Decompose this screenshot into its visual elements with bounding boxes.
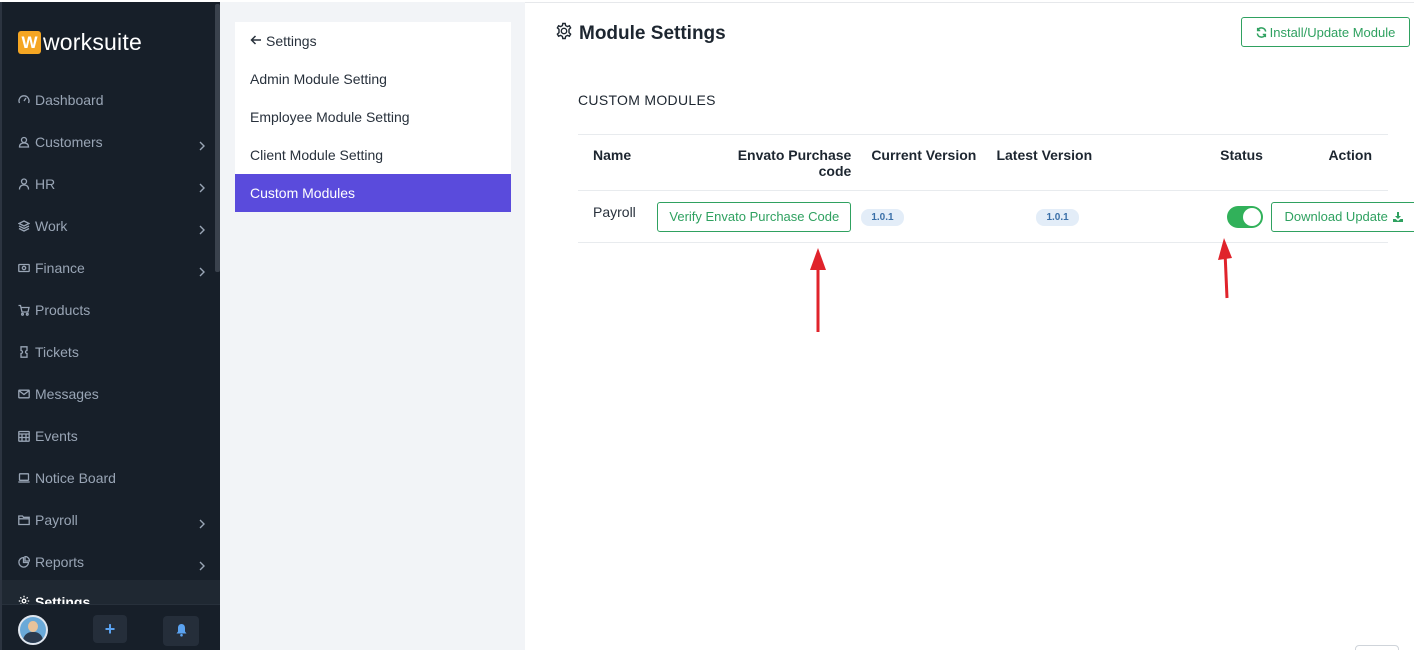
column-header-current-version[interactable]: Current Version: [851, 134, 985, 191]
layers-icon: [17, 219, 32, 233]
main-content: Module Settings Install/Update Module CU…: [525, 2, 1414, 650]
current-version-cell: 1.0.1: [851, 190, 985, 243]
person-icon: [18, 177, 32, 191]
brand-logo[interactable]: W worksuite: [18, 29, 142, 56]
column-header-name[interactable]: Name: [578, 134, 717, 191]
page-title: Module Settings: [555, 22, 726, 46]
custom-modules-table: Name Envato Purchase code Current Versio…: [578, 134, 1414, 243]
sidebar-item-label: Customers: [35, 134, 103, 150]
sidebar-item-customers[interactable]: Customers: [2, 121, 220, 163]
section-title: CUSTOM MODULES: [578, 92, 716, 108]
sidebar-item-payroll[interactable]: Payroll: [2, 499, 220, 541]
chevron-right-icon: [198, 264, 206, 277]
scroll-to-top-button[interactable]: [1355, 645, 1399, 650]
verify-purchase-code-button[interactable]: Verify Envato Purchase Code: [657, 201, 852, 232]
settings-back-label: Settings: [266, 33, 317, 49]
ticket-icon: [18, 345, 32, 359]
settings-back-link[interactable]: Settings: [235, 22, 511, 60]
refresh-icon: [1256, 26, 1266, 38]
current-version-badge: 1.0.1: [861, 209, 904, 226]
sidebar-item-label: Finance: [35, 260, 85, 276]
install-update-module-label: Install/Update Module: [1269, 24, 1396, 40]
laptop-icon: [18, 471, 32, 485]
sidebar-item-label: Products: [35, 302, 91, 318]
sidebar-item-label: Payroll: [35, 512, 78, 528]
sidebar-item-products[interactable]: Products: [2, 289, 220, 331]
sidebar-item-work[interactable]: Work: [2, 205, 220, 247]
module-status-toggle[interactable]: [1226, 205, 1263, 228]
sidebar-item-messages[interactable]: Messages: [2, 373, 220, 415]
envato-code-cell: Verify Envato Purchase Code: [657, 190, 852, 243]
sidebar-item-events[interactable]: Events: [2, 415, 220, 457]
table-header-row: Name Envato Purchase code Current Versio…: [578, 134, 1388, 191]
chevron-right-icon: [198, 516, 206, 529]
submenu-item-client-module-setting[interactable]: Client Module Setting: [235, 136, 511, 174]
calendar-icon: [18, 429, 32, 443]
bell-icon: [175, 621, 188, 642]
cart-icon: [18, 303, 32, 317]
download-update-label: Download Update: [1284, 208, 1388, 224]
table-row: Payroll Verify Envato Purchase Code 1.0.…: [578, 190, 1414, 243]
sidebar-item-reports[interactable]: Reports: [2, 541, 220, 583]
status-cell: [1157, 190, 1271, 243]
arrow-left-icon: [250, 33, 266, 49]
latest-version-cell: 1.0.1: [984, 190, 1158, 243]
brand-name: worksuite: [43, 29, 142, 55]
column-header-latest-version[interactable]: Latest Version: [984, 134, 1158, 191]
column-header-envato-code-line2: code: [818, 163, 852, 179]
notifications-button[interactable]: [163, 616, 199, 646]
folder-icon: [18, 513, 32, 527]
sidebar-item-label: Dashboard: [35, 92, 104, 108]
column-header-envato-code-line1: Envato Purchase: [737, 147, 852, 163]
sidebar-item-label: Messages: [35, 386, 99, 402]
chevron-right-icon: [198, 180, 206, 193]
sidebar-item-label: Reports: [35, 554, 85, 570]
column-header-status[interactable]: Status: [1157, 134, 1271, 191]
dashboard-icon: [18, 93, 32, 107]
sidebar-item-dashboard[interactable]: Dashboard: [2, 79, 220, 121]
download-update-button[interactable]: Download Update: [1271, 201, 1414, 232]
annotation-arrow-verify: [810, 248, 826, 332]
sidebar-item-tickets[interactable]: Tickets: [2, 331, 220, 373]
sidebar-item-label: Tickets: [35, 344, 79, 360]
sidebar-footer: +: [2, 604, 220, 650]
submenu-item-custom-modules[interactable]: Custom Modules: [235, 174, 511, 212]
plus-icon: +: [104, 618, 116, 639]
sidebar-item-label: Events: [35, 428, 78, 444]
user-avatar[interactable]: [18, 615, 48, 645]
quick-add-button[interactable]: +: [93, 615, 127, 643]
download-icon: [1393, 211, 1404, 222]
chevron-right-icon: [198, 558, 206, 571]
chevron-right-icon: [198, 138, 206, 151]
settings-submenu-panel: Settings Admin Module Setting Employee M…: [220, 2, 525, 650]
sidebar-item-finance[interactable]: Finance: [2, 247, 220, 289]
money-icon: [18, 261, 32, 275]
settings-submenu: Settings Admin Module Setting Employee M…: [235, 22, 511, 212]
sidebar-item-hr[interactable]: HR: [2, 163, 220, 205]
annotation-arrow-status: [1218, 238, 1232, 299]
chevron-right-icon: [198, 222, 206, 235]
sidebar-item-label: HR: [35, 176, 56, 192]
pie-chart-icon: [18, 555, 32, 569]
action-cell: Download Update: [1270, 190, 1414, 243]
envelope-icon: [18, 387, 32, 401]
latest-version-badge: 1.0.1: [1036, 209, 1079, 226]
install-update-module-button[interactable]: Install/Update Module: [1241, 17, 1410, 47]
sidebar-item-label: Work: [35, 218, 68, 234]
column-header-action: Action: [1270, 134, 1388, 191]
sidebar-item-notice-board[interactable]: Notice Board: [2, 457, 220, 499]
sidebar: W worksuite Dashboard Customers HR Work …: [0, 2, 220, 650]
user-icon: [18, 135, 32, 149]
gear-icon: [555, 22, 579, 46]
brand-logo-mark: W: [18, 31, 41, 54]
column-header-envato-code[interactable]: Envato Purchase code: [716, 134, 852, 191]
submenu-item-employee-module-setting[interactable]: Employee Module Setting: [235, 98, 511, 136]
sidebar-item-label: Notice Board: [35, 470, 116, 486]
page-title-text: Module Settings: [579, 23, 726, 44]
submenu-item-admin-module-setting[interactable]: Admin Module Setting: [235, 60, 511, 98]
